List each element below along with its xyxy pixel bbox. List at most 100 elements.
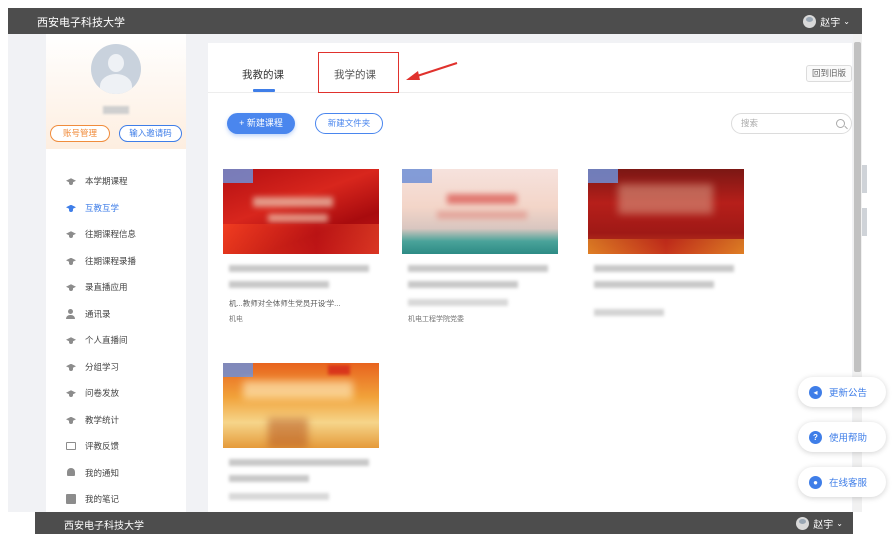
usage-help-button[interactable]: ? 使用帮助 xyxy=(798,422,886,452)
course-name-blurred xyxy=(229,459,369,466)
course-name-blurred xyxy=(229,265,369,272)
sidebar-item-notes[interactable]: 我的笔记 xyxy=(46,486,186,513)
bell-icon xyxy=(66,467,76,478)
main-panel: 我教的课 我学的课 回到旧版 + 新建课程 新建文件夹 机...教师对全体师生党… xyxy=(208,43,852,512)
blur-patch xyxy=(243,307,303,325)
graduation-cap-icon xyxy=(66,415,76,425)
cover-decoration xyxy=(268,418,308,448)
enter-invite-code-button[interactable]: 输入邀请码 xyxy=(119,125,182,142)
course-card[interactable] xyxy=(223,363,379,533)
sidebar-item-notifications[interactable]: 我的通知 xyxy=(46,460,186,487)
course-title-blurred xyxy=(408,299,508,306)
annotation-highlight-box xyxy=(318,52,399,93)
user-menu[interactable]: 赵宇 ⌄ xyxy=(803,14,850,29)
user-name: 赵宇 xyxy=(813,520,834,531)
course-card[interactable]: 机...教师对全体师生党员开设'学... 机电 xyxy=(223,169,379,339)
online-service-button[interactable]: ● 在线客服 xyxy=(798,467,886,497)
course-tag-badge xyxy=(223,169,253,183)
graduation-cap-icon xyxy=(66,388,76,398)
cover-text-blurred xyxy=(437,211,527,219)
sidebar-item-questionnaire[interactable]: 问卷发放 xyxy=(46,380,186,407)
chevron-down-icon: ⌄ xyxy=(836,519,843,528)
course-tag-badge xyxy=(402,169,432,183)
account-management-button[interactable]: 账号管理 xyxy=(50,125,110,142)
course-cover-image xyxy=(223,169,379,254)
course-info-blurred xyxy=(408,281,518,288)
sidebar-item-label: 通讯录 xyxy=(85,308,111,319)
course-info-blurred xyxy=(229,281,329,288)
cover-decoration xyxy=(223,224,379,254)
course-tag-badge xyxy=(588,169,618,183)
sidebar-item-live-apps[interactable]: 录直播应用 xyxy=(46,274,186,301)
graduation-cap-icon xyxy=(66,203,76,213)
sidebar-item-label: 评教反馈 xyxy=(85,441,120,452)
sidebar-item-label: 录直播应用 xyxy=(85,282,128,293)
sidebar-menu: 本学期课程 互教互学 往期课程信息 往期课程录播 录直播应用 通讯录 个人直播间… xyxy=(46,168,186,513)
sidebar-item-label: 往期课程录播 xyxy=(85,255,137,266)
graduation-cap-icon xyxy=(66,282,76,292)
note-icon xyxy=(66,494,76,505)
sidebar-item-label: 我的通知 xyxy=(85,467,120,478)
back-to-old-version-button[interactable]: 回到旧版 xyxy=(806,65,852,82)
cover-text-blurred xyxy=(618,184,713,214)
new-folder-button[interactable]: 新建文件夹 xyxy=(315,113,383,134)
sidebar-item-label: 我的笔记 xyxy=(85,494,120,505)
monitor-icon xyxy=(66,442,76,451)
float-button-label: 更新公告 xyxy=(829,388,868,399)
sidebar-item-teaching-stats[interactable]: 教学统计 xyxy=(46,407,186,434)
service-icon: ● xyxy=(809,475,822,489)
graduation-cap-icon xyxy=(66,256,76,266)
avatar[interactable] xyxy=(91,44,141,94)
sidebar-item-label: 互教互学 xyxy=(85,202,120,213)
sidebar: 账号管理 输入邀请码 本学期课程 互教互学 往期课程信息 往期课程录播 录直播应… xyxy=(46,34,186,512)
course-card[interactable]: 机电工程学院党委 xyxy=(402,169,558,339)
sidebar-item-past-course-info[interactable]: 往期课程信息 xyxy=(46,221,186,248)
tab-teaching-courses[interactable]: 我教的课 xyxy=(242,67,284,82)
avatar-body xyxy=(100,74,132,94)
course-name-blurred xyxy=(594,265,734,272)
contact-icon xyxy=(66,308,76,319)
user-menu[interactable]: 赵宇 ⌄ xyxy=(796,516,843,531)
course-subtitle-blurred xyxy=(594,309,664,316)
profile-name-blurred xyxy=(103,106,129,114)
sidebar-item-feedback[interactable]: 评教反馈 xyxy=(46,433,186,460)
sidebar-item-label: 分组学习 xyxy=(85,361,120,372)
sidebar-item-contacts[interactable]: 通讯录 xyxy=(46,301,186,328)
float-button-label: 在线客服 xyxy=(829,478,868,489)
cover-text-blurred xyxy=(243,381,353,399)
sidebar-item-label: 个人直播间 xyxy=(85,335,128,346)
course-info-blurred xyxy=(594,281,714,288)
update-announcement-button[interactable]: ◂ 更新公告 xyxy=(798,377,886,407)
cover-decoration xyxy=(588,239,744,254)
scrollbar-thumb[interactable] xyxy=(854,42,861,372)
course-card[interactable] xyxy=(588,169,744,339)
graduation-cap-icon xyxy=(66,335,76,345)
cover-text-blurred xyxy=(268,214,328,222)
chevron-down-icon: ⌄ xyxy=(843,17,850,26)
sidebar-item-live-room[interactable]: 个人直播间 xyxy=(46,327,186,354)
sidebar-item-label: 本学期课程 xyxy=(85,176,128,187)
sidebar-item-label: 教学统计 xyxy=(85,414,120,425)
course-tabs: 我教的课 我学的课 回到旧版 xyxy=(208,43,852,93)
bottom-bar: 西安电子科技大学 赵宇 ⌄ xyxy=(35,512,853,534)
sidebar-item-mutual-teaching[interactable]: 互教互学 xyxy=(46,195,186,222)
course-tag-badge xyxy=(223,363,253,377)
speaker-icon: ◂ xyxy=(809,385,822,399)
sidebar-item-group-study[interactable]: 分组学习 xyxy=(46,354,186,381)
course-subtitle: 机电 xyxy=(229,316,243,323)
side-handle xyxy=(862,208,867,236)
question-icon: ? xyxy=(809,430,822,444)
course-cover-image xyxy=(223,363,379,448)
search-input[interactable] xyxy=(741,118,831,128)
graduation-cap-icon xyxy=(66,229,76,239)
university-name: 西安电子科技大学 xyxy=(64,521,144,532)
new-course-button[interactable]: + 新建课程 xyxy=(227,113,295,134)
cover-text-blurred xyxy=(447,194,517,204)
sidebar-item-past-recordings[interactable]: 往期课程录播 xyxy=(46,248,186,275)
search-icon[interactable] xyxy=(836,119,845,128)
sidebar-item-current-courses[interactable]: 本学期课程 xyxy=(46,168,186,195)
profile-card: 账号管理 输入邀请码 xyxy=(46,34,186,149)
course-title-blurred xyxy=(229,493,329,500)
sidebar-item-label: 问卷发放 xyxy=(85,388,120,399)
course-name-blurred xyxy=(408,265,548,272)
